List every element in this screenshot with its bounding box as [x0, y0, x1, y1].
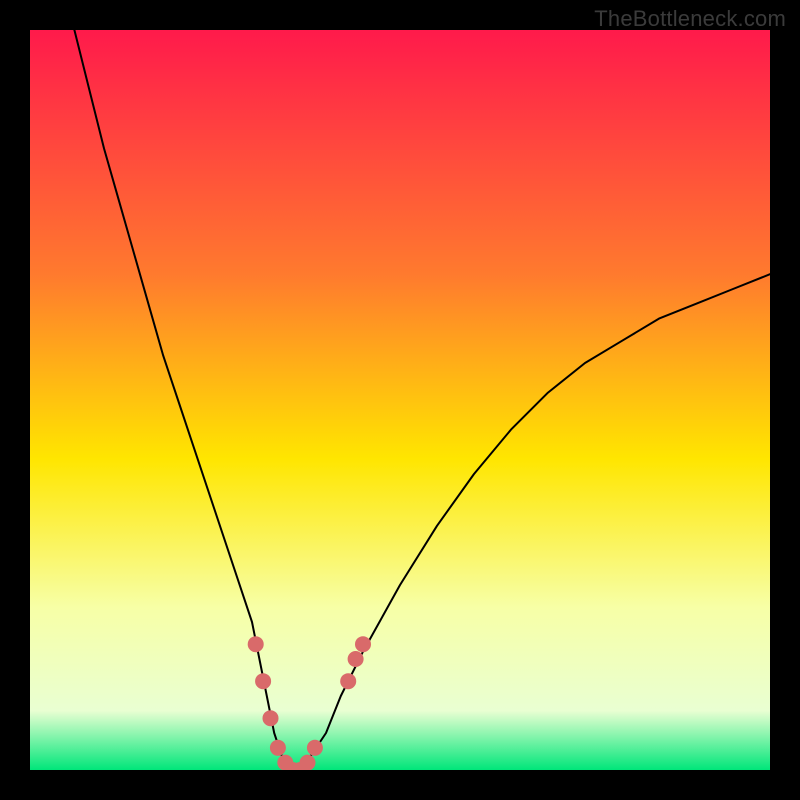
- highlight-point: [355, 636, 371, 652]
- chart-plot-area: [30, 30, 770, 770]
- highlight-point: [348, 651, 364, 667]
- highlight-point: [248, 636, 264, 652]
- highlight-point: [255, 673, 271, 689]
- highlight-point: [340, 673, 356, 689]
- highlight-point: [263, 710, 279, 726]
- highlight-point: [307, 740, 323, 756]
- chart-background: [30, 30, 770, 770]
- watermark-text: TheBottleneck.com: [594, 6, 786, 32]
- chart-svg: [30, 30, 770, 770]
- highlight-point: [270, 740, 286, 756]
- highlight-point: [300, 755, 316, 770]
